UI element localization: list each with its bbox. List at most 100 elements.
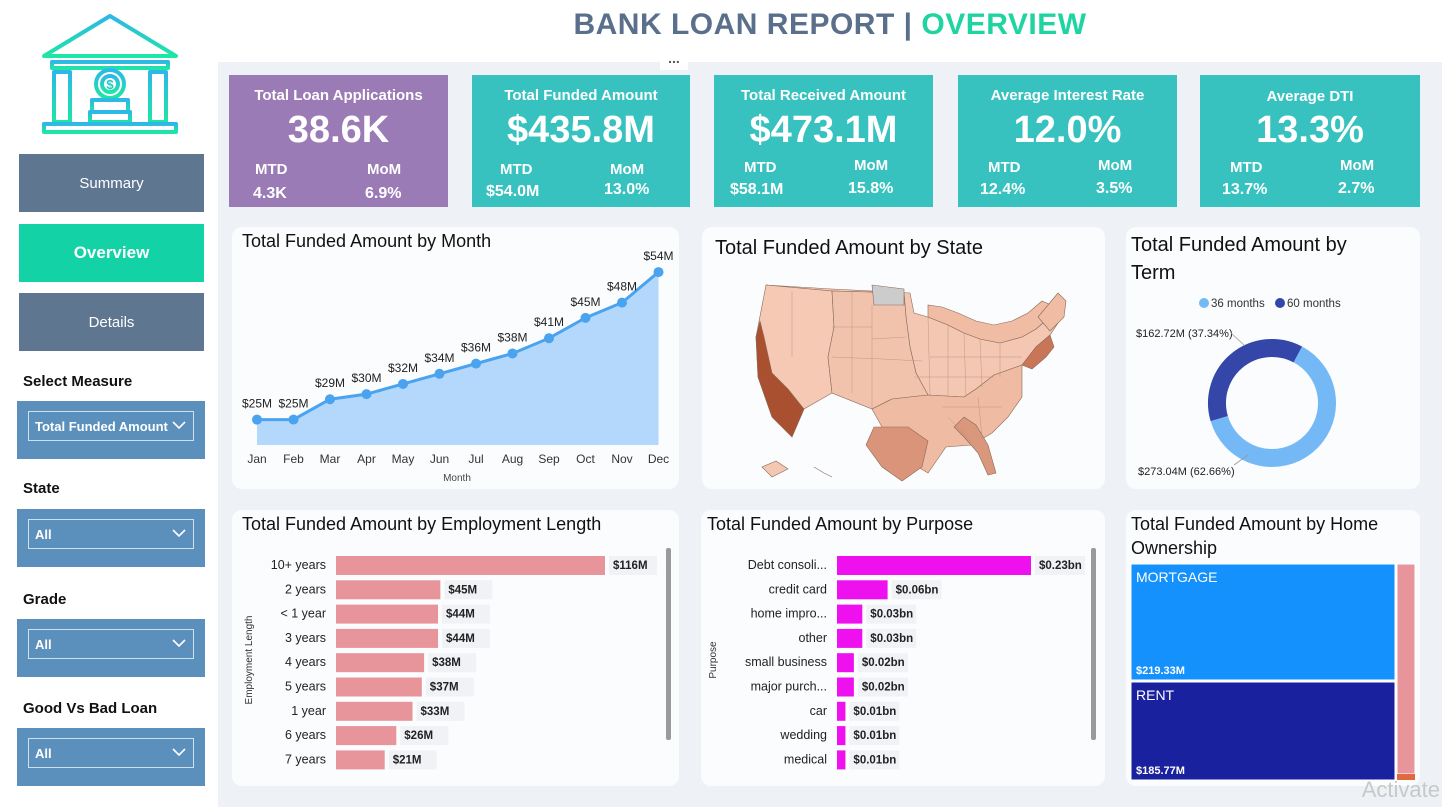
month-chart-card: Total Funded Amount by Month $25M Jan $25M… xyxy=(232,227,679,489)
nav-summary-button[interactable]: Summary xyxy=(19,154,204,212)
employment-bar xyxy=(336,580,441,600)
month-data-label: $41M xyxy=(534,315,564,329)
kpi-mom-label: MoM xyxy=(1340,157,1375,174)
employment-category-label: 4 years xyxy=(285,655,326,669)
purpose-bar-chart[interactable]: Debt consoli... $0.23bn credit card $0.06bn… xyxy=(701,510,1105,786)
nav-overview-button[interactable]: Overview xyxy=(19,224,204,282)
page-title-overview: OVERVIEW xyxy=(921,8,1087,41)
good-bad-filter-box: All xyxy=(17,728,205,786)
employment-bar-chart[interactable]: 10+ years $116M 2 years $45M < 1 year $44M 3 y… xyxy=(232,510,679,786)
month-point xyxy=(398,378,408,389)
employment-bar xyxy=(336,677,422,697)
kpi-mtd-value: $58.1M xyxy=(730,181,784,198)
month-tick-label: Sep xyxy=(538,452,560,466)
employment-data-label: $44M xyxy=(446,633,475,645)
kpi-total-funded-amount[interactable]: Total Funded Amount $435.8M MTD MoM $54.… xyxy=(472,75,690,207)
employment-category-label: 2 years xyxy=(285,582,326,596)
employment-bar xyxy=(336,701,413,721)
month-point xyxy=(325,394,335,405)
purpose-scrollbar xyxy=(1091,548,1096,740)
activate-watermark: Activate xyxy=(1361,777,1440,802)
nav-details-button[interactable]: Details xyxy=(19,293,204,351)
treemap-tile-name: MORTGAGE xyxy=(1136,569,1217,585)
kpi-mtd-value: 12.4% xyxy=(980,181,1026,198)
measure-dropdown[interactable]: Total Funded Amount xyxy=(28,411,194,441)
measure-filter-box: Total Funded Amount xyxy=(17,401,205,459)
employment-data-label: $45M xyxy=(448,584,477,596)
purpose-bar xyxy=(837,750,846,770)
employment-data-label: $21M xyxy=(393,754,422,766)
purpose-bar xyxy=(837,677,854,697)
employment-data-label: $37M xyxy=(430,682,459,694)
state-map-card: Total Funded Amount by State xyxy=(702,227,1105,489)
employment-data-label: $33M xyxy=(421,706,450,718)
kpi-mom-value: 3.5% xyxy=(1096,180,1133,197)
grade-dropdown-value: All xyxy=(35,636,52,652)
kpi-average-dti[interactable]: Average DTI 13.3% MTD MoM 13.7% 2.7% xyxy=(1200,75,1420,207)
purpose-data-label: $0.01bn xyxy=(853,730,896,742)
grade-filter-box: All xyxy=(17,619,205,677)
kpi-value: 38.6K xyxy=(287,109,390,151)
kpi-average-interest-rate[interactable]: Average Interest Rate 12.0% MTD MoM 12.4… xyxy=(958,75,1177,207)
month-point xyxy=(544,333,554,344)
purpose-bar xyxy=(837,604,863,624)
state-dropdown[interactable]: All xyxy=(28,519,194,549)
employment-bar xyxy=(336,628,439,648)
purpose-category-label: medical xyxy=(784,752,827,766)
month-data-label: $38M xyxy=(497,330,527,344)
employment-bar xyxy=(336,556,605,575)
kpi-value: $435.8M xyxy=(507,109,655,151)
kpi-title: Total Received Amount xyxy=(740,87,907,104)
more-options-icon[interactable]: ... xyxy=(660,51,688,70)
treemap-tile-value: $219.33M xyxy=(1136,665,1185,677)
term-legend-label: 36 months xyxy=(1211,298,1265,310)
kpi-mtd-label: MTD xyxy=(988,159,1021,176)
month-tick-label: Dec xyxy=(648,452,669,466)
purpose-category-label: small business xyxy=(745,655,827,669)
kpi-total-loan-applications[interactable]: Total Loan Applications 38.6K MTD MoM 4.… xyxy=(229,75,448,207)
term-donut-chart[interactable]: 36 months 60 months $162.72M (37.34%) $273.… xyxy=(1126,227,1420,489)
kpi-mtd-label: MTD xyxy=(255,161,288,178)
month-data-label: $30M xyxy=(351,371,381,385)
month-point xyxy=(471,358,481,369)
kpi-total-received-amount[interactable]: Total Received Amount $473.1M MTD MoM $5… xyxy=(714,75,933,207)
chevron-down-icon xyxy=(172,529,186,538)
purpose-data-label: $0.06bn xyxy=(896,584,939,596)
employment-data-label: $38M xyxy=(432,657,461,669)
home-ownership-treemap[interactable]: MORTGAGE $219.33M RENT $185.77M xyxy=(1126,510,1420,786)
employment-category-label: 6 years xyxy=(285,728,326,742)
kpi-title: Average DTI xyxy=(1266,88,1354,105)
month-tick-label: Jun xyxy=(430,452,449,466)
kpi-title: Total Loan Applications xyxy=(254,87,423,104)
month-data-label: $36M xyxy=(461,341,491,355)
good-bad-dropdown-value: All xyxy=(35,745,52,761)
kpi-mtd-value: 13.7% xyxy=(1222,181,1268,198)
month-tick-label: Feb xyxy=(283,452,304,466)
kpi-title: Total Funded Amount xyxy=(504,87,658,104)
good-bad-dropdown[interactable]: All xyxy=(28,738,194,768)
grade-dropdown[interactable]: All xyxy=(28,629,194,659)
measure-dropdown-value: Total Funded Amount xyxy=(35,418,168,434)
employment-bar xyxy=(336,604,439,624)
purpose-data-label: $0.01bn xyxy=(853,754,896,766)
treemap-tile-other xyxy=(1396,563,1416,775)
employment-axis-label: Employment Length xyxy=(244,616,255,705)
purpose-category-label: wedding xyxy=(779,728,827,742)
kpi-mom-label: MoM xyxy=(367,161,402,178)
month-point xyxy=(507,348,518,359)
purpose-data-label: $0.03bn xyxy=(870,609,913,621)
employment-category-label: 3 years xyxy=(285,631,326,645)
kpi-title: Average Interest Rate xyxy=(990,87,1145,104)
purpose-category-label: other xyxy=(799,631,828,645)
chevron-down-icon xyxy=(172,748,186,757)
term-slice-label: $273.04M (62.66%) xyxy=(1138,466,1235,478)
svg-text:$: $ xyxy=(106,77,114,92)
purpose-category-label: home impro... xyxy=(751,607,827,621)
us-state-map[interactable] xyxy=(732,277,1082,482)
month-area-chart[interactable]: $25M Jan $25M Feb $29M Mar $30M Apr $32M May $34M J… xyxy=(232,227,679,489)
purpose-chart-card: Total Funded Amount by Purpose Debt cons… xyxy=(701,510,1105,786)
purpose-bar xyxy=(837,726,846,746)
kpi-mom-value: 15.8% xyxy=(848,180,894,197)
employment-category-label: 1 year xyxy=(291,704,326,718)
purpose-bar xyxy=(837,628,863,648)
